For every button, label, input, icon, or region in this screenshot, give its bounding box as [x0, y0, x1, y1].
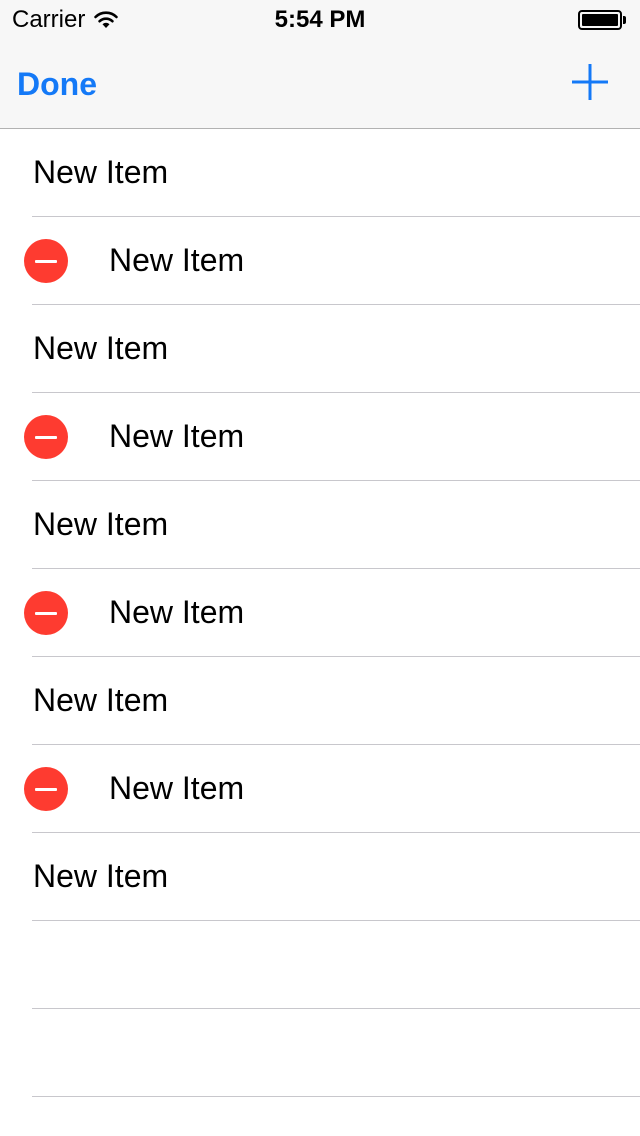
status-bar: Carrier 5:54 PM [0, 0, 640, 40]
row-label: New Item [33, 506, 169, 542]
row-label: New Item [33, 154, 169, 190]
delete-control-icon[interactable] [24, 591, 68, 635]
row-label: New Item [109, 242, 245, 278]
row-label: New Item [109, 594, 245, 630]
delete-control-icon[interactable] [24, 767, 68, 811]
table-row[interactable]: New Item [0, 305, 640, 393]
table-row[interactable] [0, 921, 640, 1009]
delete-control-icon[interactable] [24, 415, 68, 459]
row-label: New Item [33, 682, 169, 718]
battery-icon [578, 10, 626, 30]
table-row[interactable]: New Item [0, 833, 640, 921]
table-row[interactable]: New Item [0, 745, 640, 833]
item-list: New Item New Item New Item New Item New Item… [0, 129, 640, 1097]
table-row[interactable]: New Item [0, 657, 640, 745]
row-label: New Item [109, 418, 245, 454]
table-row[interactable]: New Item [0, 481, 640, 569]
row-label: New Item [33, 330, 169, 366]
row-label: New Item [33, 858, 169, 894]
navigation-bar: Done [0, 40, 640, 129]
table-row[interactable]: New Item [0, 129, 640, 217]
table-row[interactable]: New Item [0, 217, 640, 305]
status-time: 5:54 PM [274, 6, 366, 33]
table-row[interactable]: New Item [0, 393, 640, 481]
row-label: New Item [109, 770, 245, 806]
table-row[interactable]: New Item [0, 569, 640, 657]
done-button[interactable]: Done [17, 64, 97, 104]
delete-control-icon[interactable] [24, 239, 68, 283]
row-separator [32, 1096, 640, 1097]
add-button[interactable] [568, 60, 612, 104]
table-row[interactable] [0, 1009, 640, 1097]
plus-icon [572, 64, 608, 100]
